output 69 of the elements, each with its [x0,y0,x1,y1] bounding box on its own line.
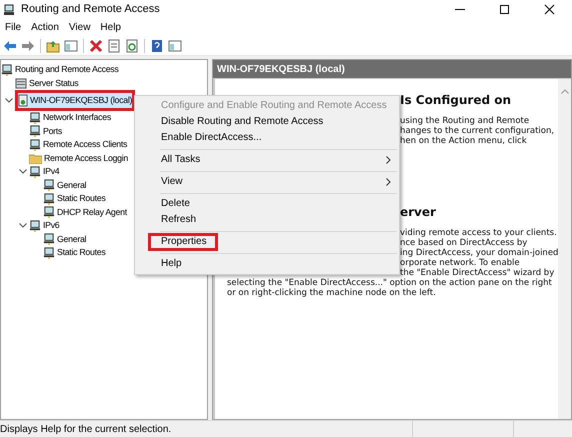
menu-item[interactable]: Properties [148,233,218,251]
section-heading: erver [400,205,436,219]
menu-item[interactable]: Disable Routing and Remote Access [148,117,324,127]
tree-item[interactable]: Server Status [15,78,78,89]
scroll-up-icon[interactable] [560,89,569,94]
tree-item[interactable]: WIN-OF79EKQESBJ (local) [15,90,136,111]
tree-item[interactable]: IPv6 [29,220,60,232]
description-line: nce based on DirectAccess by [400,238,528,248]
tree-item[interactable]: Remote Access Loggin [29,152,128,164]
collapse-chevron-icon[interactable] [19,169,27,174]
description-line: hen on the Action menu, click [400,136,527,146]
computer-icon [43,206,55,218]
tree-item[interactable]: Routing and Remote Access [1,64,119,76]
tree-item[interactable]: IPv4 [29,166,60,178]
computer-icon [29,220,41,232]
description-line: selecting the "Enable DirectAccess..." option on the action pane on the right [227,278,552,288]
tree-item[interactable]: Static Routes [43,246,106,259]
app-icon [3,4,15,16]
description-line: orporate network. To enable [400,258,520,268]
tree-item[interactable]: General [43,179,86,192]
window-title: Routing and Remote Access [21,2,160,18]
description-line: ing DirectAccess, your domain-joined [400,248,558,258]
tree-item[interactable]: Static Routes [43,192,106,205]
computer-icon [1,64,13,76]
menu-item[interactable]: Help [95,20,126,35]
menu-item[interactable]: Action [26,20,64,35]
description-line: or on right-clicking the machine node on the left. [227,288,436,298]
delete-icon[interactable] [89,38,103,52]
menu-item[interactable]: View [148,177,182,187]
computer-icon [29,112,41,124]
menu-item[interactable]: Enable DirectAccess... [148,133,262,143]
tree-item[interactable]: Network Interfaces [29,112,111,124]
menu-item[interactable]: Refresh [148,215,196,225]
computer-icon [29,166,41,178]
tree-item[interactable]: General [43,233,86,246]
tree-item[interactable]: Ports [29,125,62,138]
pane-icon[interactable] [168,38,182,52]
pane-icon[interactable] [64,38,78,52]
refresh-icon[interactable] [125,38,139,52]
collapse-chevron-icon[interactable] [19,223,27,228]
help-icon[interactable] [150,38,164,52]
folder-icon [29,152,42,164]
section-heading: Is Configured on [400,93,512,107]
computer-icon [29,138,41,151]
tree-item[interactable]: Remote Access Clients [29,138,128,151]
folder-up-icon[interactable] [46,38,60,52]
properties-icon[interactable] [107,38,121,52]
menu-item[interactable]: Delete [148,199,190,209]
description-line: using the Routing and Remote [400,116,530,126]
description-line: viding remote access to your clients. [400,228,557,238]
computer-icon [43,179,55,192]
menu-item[interactable]: File [0,20,26,35]
computer-icon [43,246,55,259]
forward-arrow-icon[interactable] [21,38,35,52]
computer-icon [43,192,55,205]
tree-item[interactable]: DHCP Relay Agent [43,206,127,218]
menu-item[interactable]: View [64,20,96,35]
menu-item[interactable]: All Tasks [148,155,200,165]
description-line: the "Enable DirectAccess" wizard by [400,268,554,278]
status-text: Displays Help for the current selection. [0,422,172,436]
back-arrow-icon[interactable] [3,38,17,52]
server-rack-icon [15,78,27,89]
menu-item[interactable]: Help [148,259,182,269]
collapse-chevron-icon[interactable] [5,98,13,103]
computer-icon [18,94,28,107]
computer-icon [29,125,41,138]
computer-icon [43,233,55,246]
pane-header: WIN-OF79EKQESBJ (local) [213,60,571,78]
description-line: hanges to the current configuration, [400,126,554,136]
